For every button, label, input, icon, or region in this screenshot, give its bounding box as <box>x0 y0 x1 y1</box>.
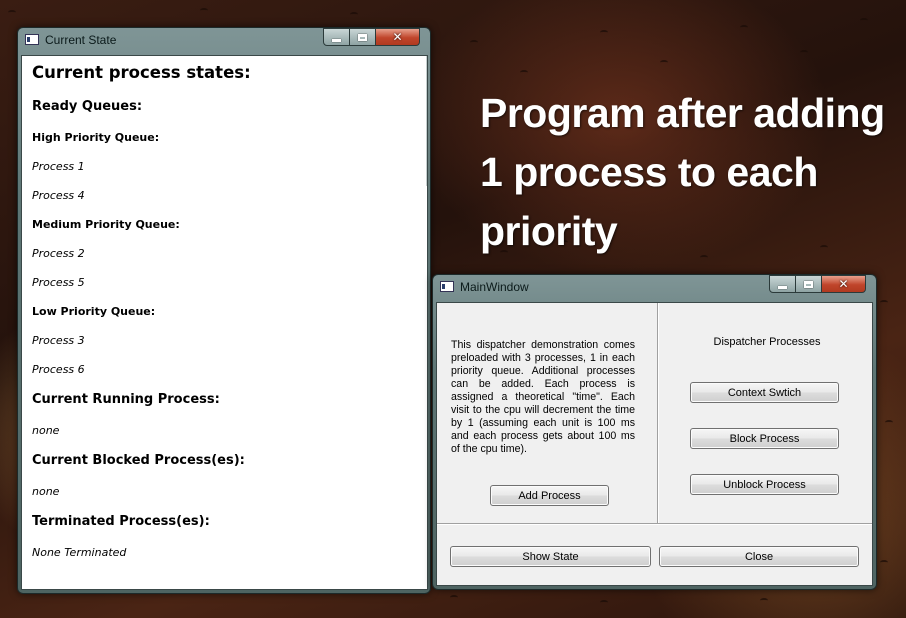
close-button[interactable]: ✕ <box>376 28 420 46</box>
low-priority-item: Process 6 <box>32 363 85 376</box>
high-priority-item: Process 1 <box>32 160 85 173</box>
terminated-process-value: None Terminated <box>32 546 127 559</box>
high-priority-label: High Priority Queue: <box>32 131 160 144</box>
window-controls: ✕ <box>769 275 866 293</box>
unblock-process-button[interactable]: Unblock Process <box>690 474 839 495</box>
description-text: This dispatcher demonstration comes prel… <box>451 339 635 455</box>
show-state-button[interactable]: Show State <box>450 546 651 567</box>
minimize-icon <box>778 286 787 289</box>
add-process-button[interactable]: Add Process <box>490 485 609 506</box>
app-window-icon <box>440 281 454 292</box>
horizontal-divider <box>437 523 872 525</box>
minimize-button[interactable] <box>323 28 350 46</box>
maximize-button[interactable] <box>350 28 376 46</box>
high-priority-item: Process 4 <box>32 189 85 202</box>
window-controls: ✕ <box>323 28 420 46</box>
main-window: MainWindow ✕ This dispatcher demonstrati… <box>432 274 877 590</box>
minimize-button[interactable] <box>769 275 796 293</box>
maximize-icon <box>804 280 813 288</box>
context-switch-button[interactable]: Context Swtich <box>690 382 839 403</box>
ready-queues-label: Ready Queues: <box>32 99 143 114</box>
states-heading: Current process states: <box>32 63 251 82</box>
running-process-label: Current Running Process: <box>32 392 220 407</box>
low-priority-label: Low Priority Queue: <box>32 305 156 318</box>
close-icon: ✕ <box>838 277 849 291</box>
caption-line-3: priority <box>480 208 618 254</box>
block-process-button[interactable]: Block Process <box>690 428 839 449</box>
running-process-value: none <box>32 424 60 437</box>
medium-priority-item: Process 5 <box>32 276 85 289</box>
scrollbar[interactable] <box>426 56 427 186</box>
caption-text: Program after adding 1 process to each p… <box>480 84 890 261</box>
medium-priority-label: Medium Priority Queue: <box>32 218 180 231</box>
caption-line-1: Program after adding <box>480 90 885 136</box>
dispatcher-processes-label: Dispatcher Processes <box>713 336 821 348</box>
main-content: This dispatcher demonstration comes prel… <box>436 302 873 586</box>
medium-priority-item: Process 2 <box>32 247 85 260</box>
terminated-process-label: Terminated Process(es): <box>32 514 210 529</box>
maximize-icon <box>358 33 367 41</box>
close-icon: ✕ <box>392 30 403 44</box>
window-title: Current State <box>45 33 117 47</box>
blocked-process-value: none <box>32 485 60 498</box>
minimize-icon <box>332 39 341 42</box>
current-state-window: Current State ✕ Current process states: … <box>17 27 431 594</box>
caption-line-2: 1 process to each <box>480 149 818 195</box>
low-priority-item: Process 3 <box>32 334 85 347</box>
app-window-icon <box>25 34 39 45</box>
window-title: MainWindow <box>460 280 529 294</box>
blocked-process-label: Current Blocked Process(es): <box>32 453 245 468</box>
close-button[interactable]: ✕ <box>822 275 866 293</box>
maximize-button[interactable] <box>796 275 822 293</box>
close-dialog-button[interactable]: Close <box>659 546 859 567</box>
state-content: Current process states: Ready Queues: Hi… <box>21 55 428 590</box>
